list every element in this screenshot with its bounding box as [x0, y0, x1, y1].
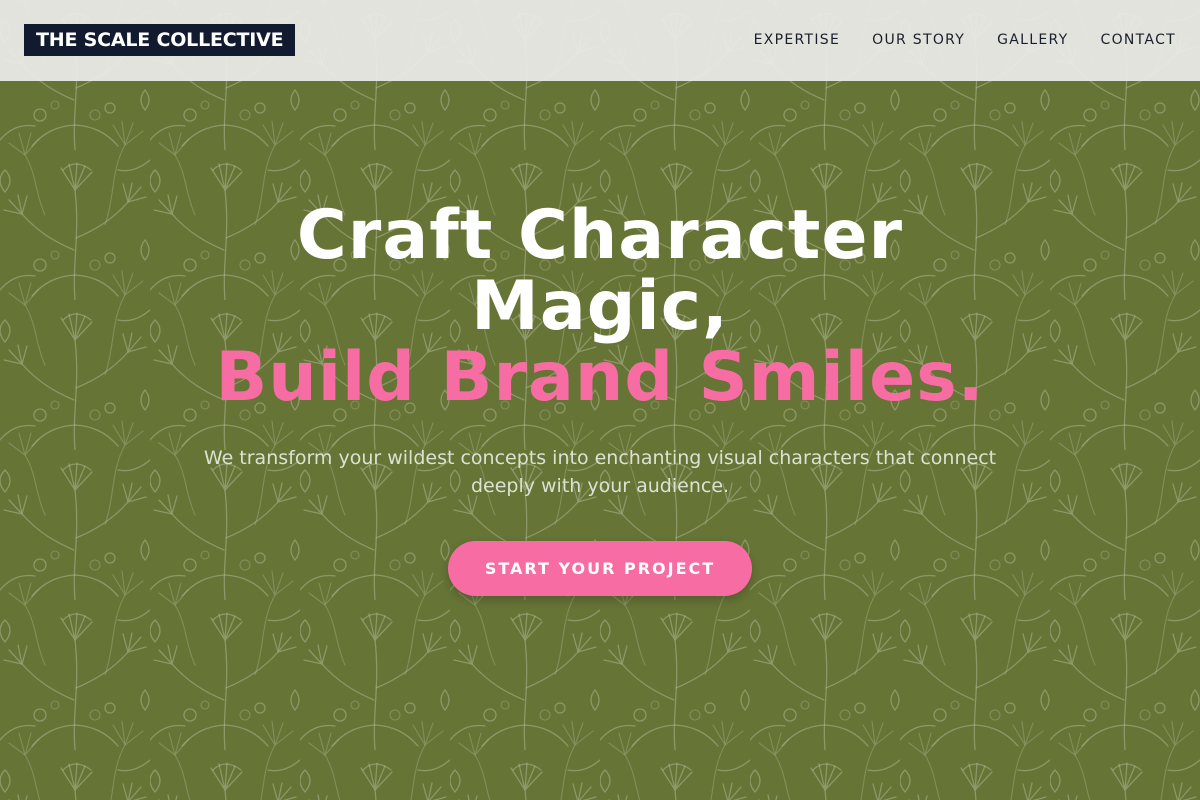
nav-link-contact[interactable]: CONTACT: [1101, 30, 1177, 50]
nav-link-our-story[interactable]: OUR STORY: [872, 30, 965, 50]
nav-link-expertise[interactable]: EXPERTISE: [754, 30, 841, 50]
main-nav: EXPERTISE OUR STORY GALLERY CONTACT: [754, 30, 1176, 50]
brand-logo[interactable]: THE SCALE COLLECTIVE: [24, 24, 296, 56]
landing-page: THE SCALE COLLECTIVE EXPERTISE OUR STORY…: [0, 0, 1200, 800]
headline-line-1: Craft Character: [296, 196, 904, 275]
hero-headline: Craft Character Magic, Build Brand Smile…: [0, 200, 1200, 413]
site-header: THE SCALE COLLECTIVE EXPERTISE OUR STORY…: [0, 0, 1200, 81]
hero-subtext: We transform your wildest concepts into …: [203, 447, 997, 497]
hero-section: Craft Character Magic, Build Brand Smile…: [0, 200, 1200, 596]
headline-line-2: Magic,: [471, 267, 729, 346]
headline-accent: Build Brand Smiles.: [215, 338, 985, 417]
nav-link-gallery[interactable]: GALLERY: [997, 30, 1068, 50]
start-project-button[interactable]: START YOUR PROJECT: [448, 541, 752, 596]
